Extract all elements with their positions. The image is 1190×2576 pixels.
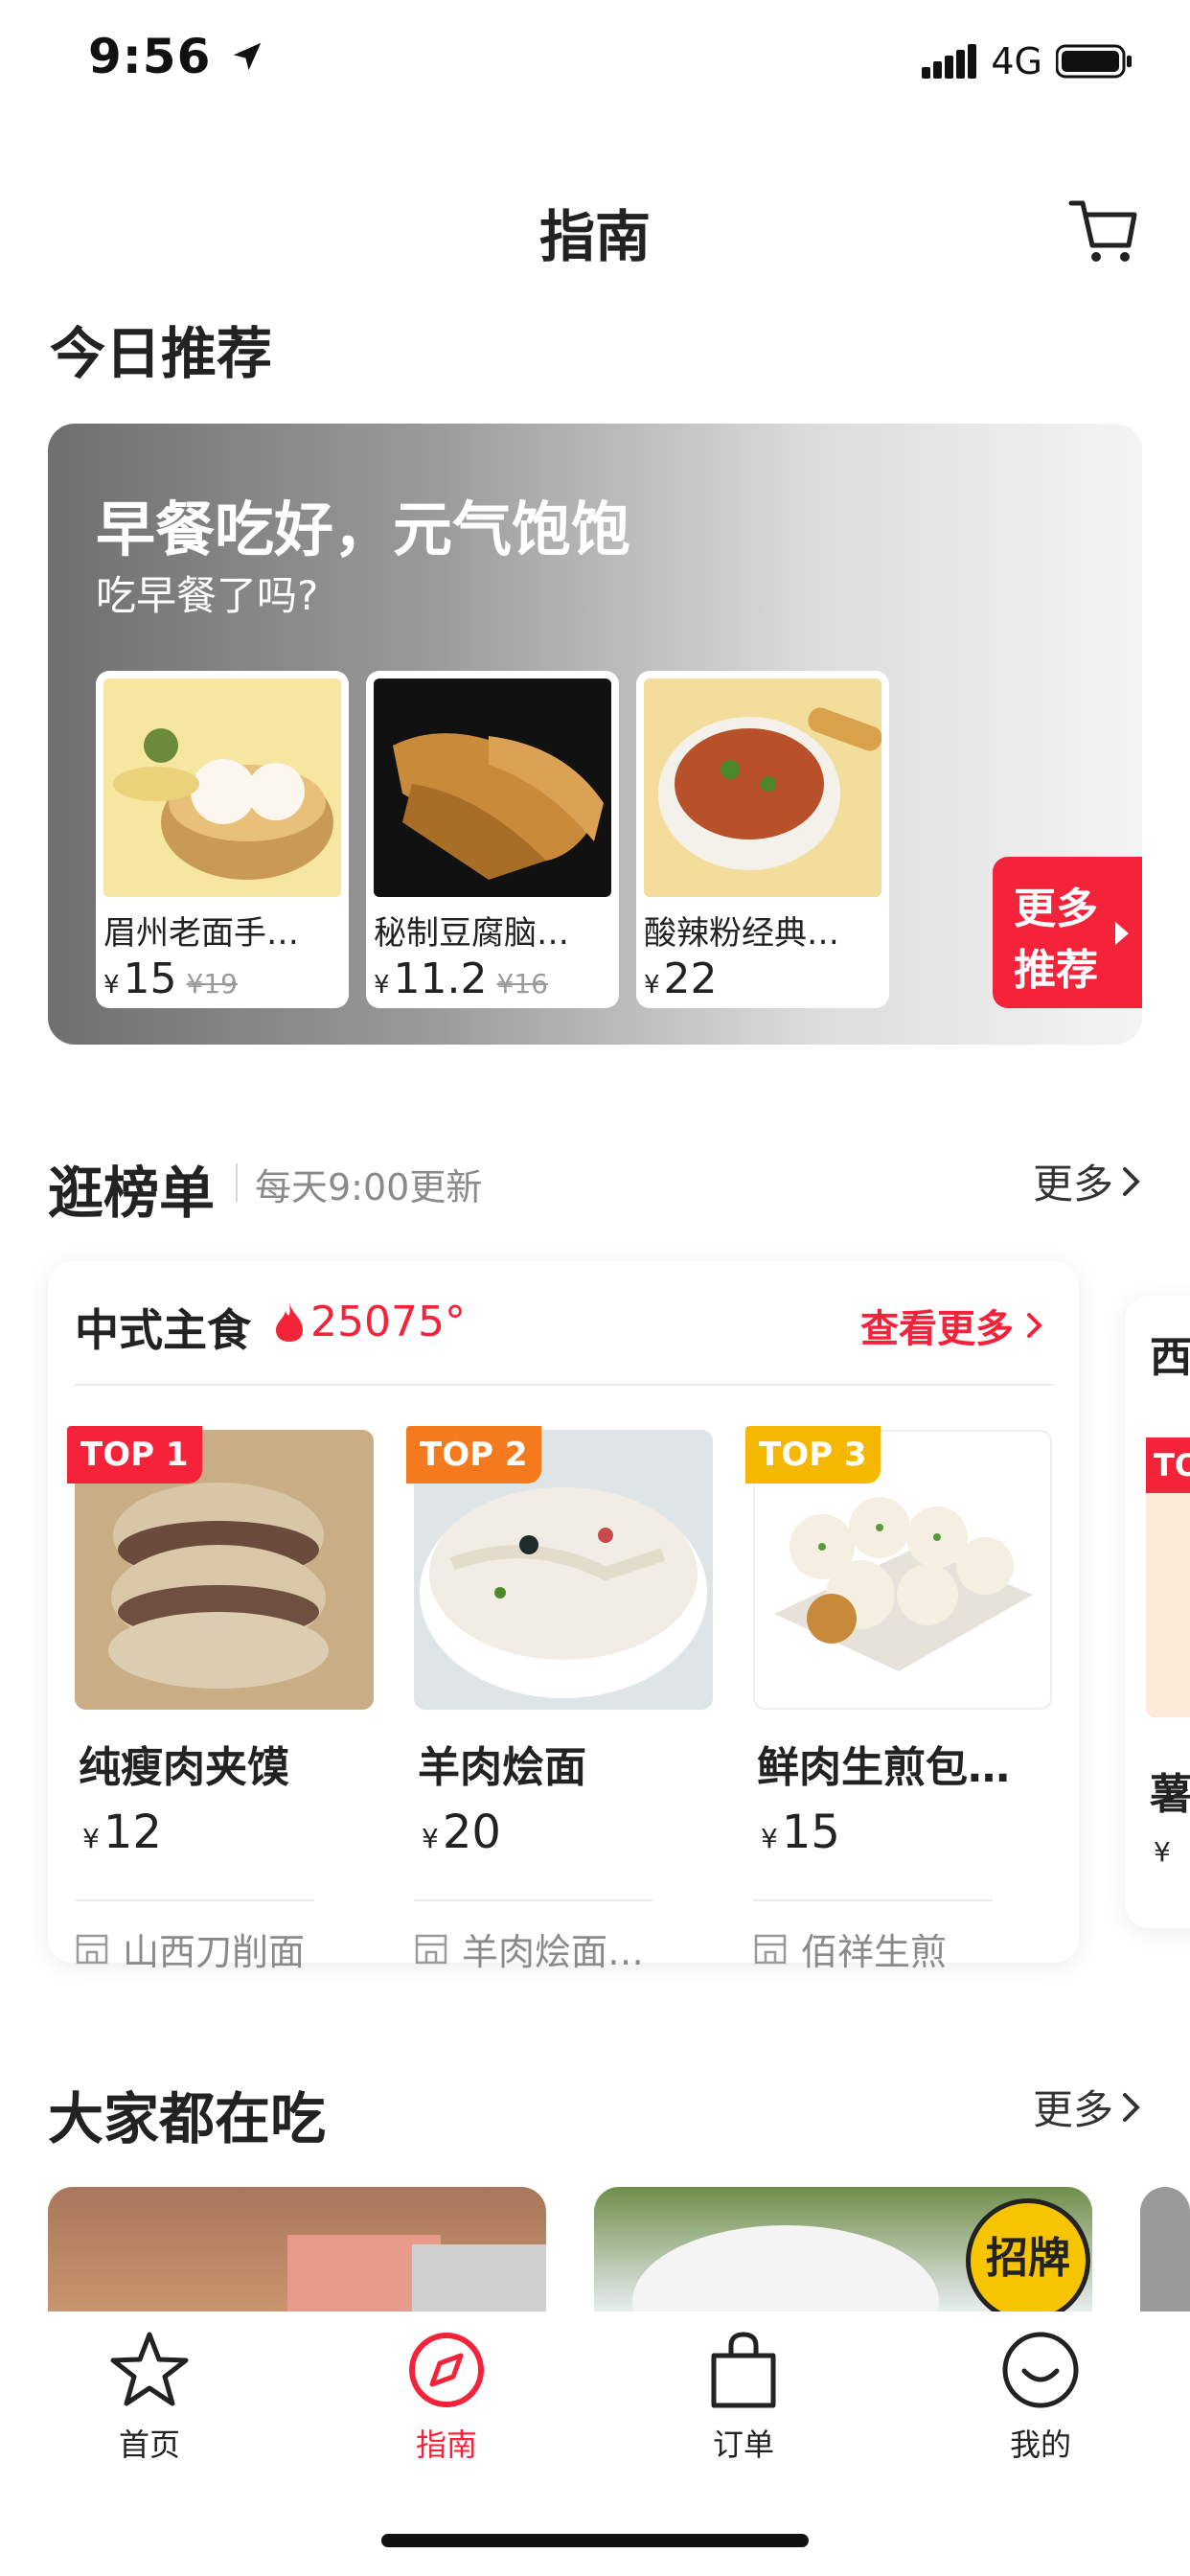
food-card-image[interactable]: 招牌 (594, 2187, 1092, 2312)
location-arrow-icon (233, 42, 262, 71)
original-price: ¥19 (186, 968, 238, 1000)
shop-name[interactable]: 羊肉烩面… (414, 1922, 644, 1975)
product-name: 鲜肉生煎包… (757, 1743, 1010, 1792)
battery-icon (1056, 44, 1132, 79)
cart-icon[interactable] (1065, 192, 1142, 268)
store-icon (415, 1934, 447, 1964)
food-image (644, 678, 881, 897)
banner-title: 早餐吃好，元气饱饱 (96, 494, 631, 564)
tab-label: 我的 (1009, 2426, 1071, 2463)
more-recommend-button[interactable]: 更多 推荐 (993, 857, 1142, 1008)
view-more-link[interactable]: 查看更多 (860, 1298, 1044, 1353)
recommend-item[interactable]: 眉州老面手… ¥15 ¥19 (96, 671, 349, 1008)
divider (75, 1899, 314, 1901)
item-name: 秘制豆腐脑… (374, 914, 569, 953)
bag-icon (711, 2332, 776, 2408)
divider (753, 1899, 993, 1901)
smile-icon (1002, 2332, 1079, 2408)
flame-icon (276, 1303, 303, 1342)
banner-subtitle: 吃早餐了吗? (96, 572, 319, 619)
product-name: 薯 (1150, 1770, 1190, 1819)
divider (236, 1163, 238, 1202)
item-price: ¥22 (644, 954, 718, 1003)
ranking-more-link[interactable]: 更多 (1033, 1152, 1142, 1210)
divider (75, 1384, 1054, 1386)
store-icon (76, 1934, 108, 1964)
tab-mine[interactable]: 我的 (945, 2327, 1136, 2465)
page-title: 指南 (538, 204, 651, 269)
chevron-right-icon (1123, 1166, 1140, 1196)
food-card-image[interactable] (48, 2187, 546, 2312)
rank-badge: TOP 3 (745, 1426, 881, 1484)
item-name: 酸辣粉经典… (644, 914, 839, 953)
heat-value: 25075° (310, 1298, 466, 1346)
product-name: 羊肉烩面 (418, 1743, 586, 1792)
everyone-heading: 大家都在吃 (48, 2086, 327, 2151)
category-title: 西 (1150, 1333, 1190, 1382)
triangle-right-icon (1115, 922, 1129, 945)
divider (414, 1899, 653, 1901)
food-card-image[interactable] (1140, 2187, 1190, 2312)
tab-orders[interactable]: 订单 (648, 2327, 839, 2465)
everyone-more-link[interactable]: 更多 (1033, 2078, 1142, 2136)
product-price: ¥ (1154, 1836, 1171, 1868)
item-price: ¥15 ¥19 (103, 954, 238, 1003)
food-image (103, 678, 341, 897)
network-type: 4G (991, 40, 1042, 82)
ranking-card-next[interactable]: 西 TO 薯 ¥ (1125, 1296, 1190, 1928)
food-image (374, 678, 611, 897)
ranking-subtitle: 每天9:00更新 (255, 1166, 483, 1208)
ranking-card[interactable]: 中式主食 25075° 查看更多 TOP 1 纯瘦肉夹馍 ¥12 山西刀削面 T… (48, 1261, 1079, 1973)
original-price: ¥16 (496, 968, 548, 1000)
product-price: ¥12 (82, 1806, 162, 1859)
tab-label: 指南 (415, 2426, 477, 2463)
home-indicator (381, 2534, 809, 2547)
shop-name[interactable]: 佰祥生煎 (753, 1922, 947, 1975)
status-indicators: 4G (922, 40, 1133, 82)
rank-badge: TOP 1 (67, 1426, 202, 1484)
compass-icon (409, 2333, 484, 2407)
product-name: 纯瘦肉夹馍 (79, 1743, 289, 1792)
signal-icon (922, 44, 977, 79)
chevron-right-icon (1123, 2092, 1140, 2122)
rank-badge: TO (1146, 1438, 1190, 1493)
chevron-right-icon (1027, 1313, 1042, 1338)
tab-guide[interactable]: 指南 (351, 2327, 542, 2465)
tab-label: 订单 (712, 2426, 774, 2463)
item-name: 眉州老面手… (103, 914, 299, 953)
shop-name[interactable]: 山西刀削面 (75, 1922, 305, 1975)
tab-label: 首页 (118, 2426, 180, 2463)
tab-home[interactable]: 首页 (54, 2327, 245, 2465)
rank-badge: TOP 2 (406, 1426, 541, 1484)
today-heading: 今日推荐 (50, 321, 273, 386)
product-price: ¥15 (761, 1806, 840, 1859)
status-time: 9:56 (88, 29, 265, 84)
star-icon (110, 2332, 189, 2406)
ranking-heading: 逛榜单 (48, 1161, 216, 1226)
category-title: 中式主食 (75, 1304, 251, 1356)
product-price: ¥20 (422, 1806, 501, 1859)
store-icon (754, 1934, 787, 1964)
recommend-item[interactable]: 秘制豆腐脑… ¥11.2 ¥16 (366, 671, 619, 1008)
recommend-banner[interactable]: 早餐吃好，元气饱饱 吃早餐了吗? 眉州老面手… ¥15 ¥19 秘制豆腐脑… ¥… (48, 424, 1142, 1045)
item-price: ¥11.2 ¥16 (374, 954, 548, 1003)
signature-badge: 招牌 (966, 2198, 1090, 2312)
recommend-item[interactable]: 酸辣粉经典… ¥22 (636, 671, 889, 1008)
